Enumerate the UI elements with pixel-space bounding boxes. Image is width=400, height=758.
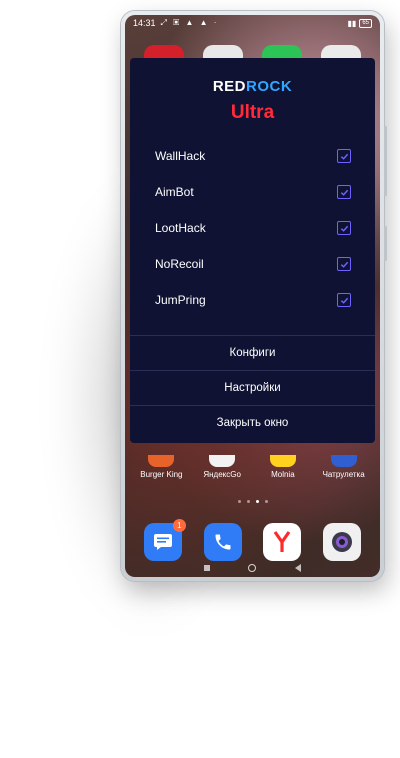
option-label: JumPring [155, 293, 206, 307]
checkbox-checked-icon[interactable] [337, 257, 351, 271]
app-molnia[interactable]: Molnia [255, 455, 311, 479]
option-wallhack[interactable]: WallHack [130, 138, 375, 174]
status-time: 14:31 [133, 18, 156, 28]
back-button[interactable] [294, 564, 301, 572]
navigation-bar [125, 563, 380, 573]
app-label: Burger King [140, 470, 183, 479]
stage: 14:31 ⤢ ▣ ▲ ▲ · ▮▮ 65 Burger King Яндекс… [0, 0, 400, 758]
signal-icon: ▮▮ [347, 18, 357, 28]
option-loothack[interactable]: LootHack [130, 210, 375, 246]
option-norecoil[interactable]: NoRecoil [130, 246, 375, 282]
option-label: NoRecoil [155, 257, 204, 271]
option-aimbot[interactable]: AimBot [130, 174, 375, 210]
app-label: ЯндексGo [203, 470, 241, 479]
app-chatruletka[interactable]: Чатрулетка [316, 455, 372, 479]
mod-menu-panel: REDROCK Ultra WallHack AimBot LootHack N… [130, 58, 375, 443]
option-label: WallHack [155, 149, 206, 163]
page-dot [237, 500, 241, 503]
app-yandex-go[interactable]: ЯндексGo [194, 455, 250, 479]
camera-lens-icon [332, 532, 353, 552]
app-burger-king[interactable]: Burger King [133, 455, 189, 479]
page-dot [246, 500, 250, 503]
camera-icon[interactable] [323, 523, 362, 561]
checkbox-checked-icon[interactable] [337, 293, 351, 307]
app-label: Чатрулетка [322, 470, 365, 479]
molnia-icon [269, 455, 296, 467]
burger-king-icon [148, 455, 175, 467]
checkbox-checked-icon[interactable] [337, 221, 351, 235]
phone-icon[interactable] [203, 523, 242, 561]
status-bar: 14:31 ⤢ ▣ ▲ ▲ · ▮▮ 65 [125, 15, 380, 31]
menu-buttons: Конфиги Настройки Закрыть окно [130, 335, 375, 440]
configs-button[interactable]: Конфиги [130, 335, 375, 370]
edition-label: Ultra [230, 102, 275, 123]
brand-part-1: RED [212, 78, 246, 95]
recents-button[interactable] [204, 565, 211, 571]
power-button [384, 226, 387, 261]
chatruletka-icon [330, 455, 357, 467]
notification-badge: 1 [172, 519, 186, 532]
page-dot-active [255, 500, 259, 503]
yandex-go-icon [209, 455, 236, 467]
close-window-button[interactable]: Закрыть окно [130, 405, 375, 440]
options-list: WallHack AimBot LootHack NoRecoil JumPri… [130, 138, 375, 318]
option-jumpring[interactable]: JumPring [130, 282, 375, 318]
app-label: Molnia [271, 470, 295, 479]
dock: 1 [125, 519, 380, 561]
checkbox-checked-icon[interactable] [337, 149, 351, 163]
messages-icon[interactable]: 1 [143, 519, 186, 561]
page-indicator [125, 500, 380, 503]
brand-part-2: ROCK [246, 78, 293, 95]
settings-button[interactable]: Настройки [130, 370, 375, 405]
checkbox-checked-icon[interactable] [337, 185, 351, 199]
status-icons: ⤢ ▣ ▲ ▲ · [160, 18, 219, 27]
home-button[interactable] [248, 564, 257, 572]
home-app-row: Burger King ЯндексGo Molnia Чатрулетка [125, 455, 380, 479]
status-right: ▮▮ 65 [347, 18, 372, 28]
handset-icon [215, 534, 231, 550]
page-dot [264, 500, 268, 503]
yandex-browser-icon[interactable] [263, 523, 302, 561]
message-bubble-icon [153, 534, 172, 550]
option-label: LootHack [155, 221, 206, 235]
option-label: AimBot [155, 185, 194, 199]
yandex-y-icon [274, 531, 291, 552]
battery-icon: 65 [359, 18, 372, 28]
brand-logo: REDROCK [130, 78, 375, 95]
volume-button [384, 126, 387, 196]
